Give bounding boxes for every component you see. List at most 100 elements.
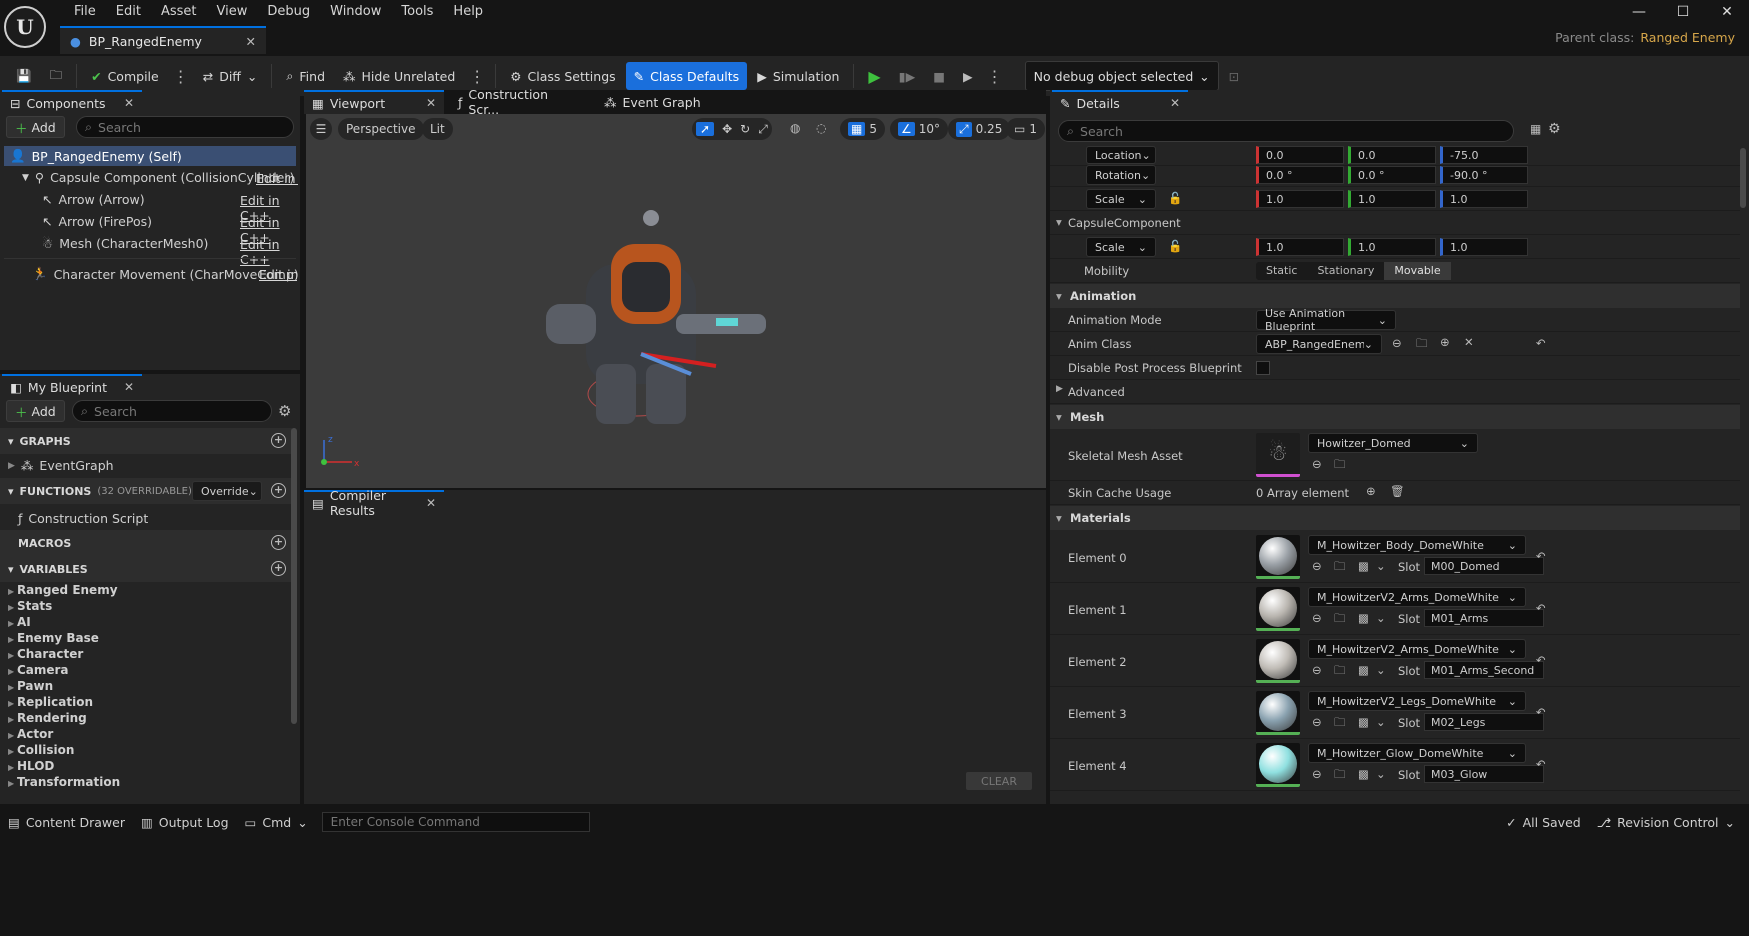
my-blueprint-search-input[interactable]: ⌕ Search <box>72 400 272 422</box>
capsule-scale-z-input[interactable]: 1.0 <box>1440 238 1528 256</box>
tab-event-graph[interactable]: ⁂ Event Graph <box>596 90 736 114</box>
tab-viewport[interactable]: ▦ Viewport ✕ <box>304 90 444 114</box>
checker-icon[interactable]: ▩ <box>1358 559 1369 573</box>
slot-name-input[interactable]: M02_Legs <box>1424 713 1544 731</box>
variable-category[interactable]: ▶ AI <box>8 615 31 629</box>
maximize-icon[interactable]: ☐ <box>1661 2 1705 22</box>
find-button[interactable]: ⌕ Find <box>278 62 333 90</box>
chevron-down-icon[interactable]: ⌄ <box>1376 767 1386 781</box>
browse-icon[interactable]: 🗀 <box>1334 767 1346 786</box>
material-dropdown[interactable]: M_Howitzer_Glow_DomeWhite ⌄ <box>1308 743 1526 763</box>
close-tab-icon[interactable]: ✕ <box>246 34 256 49</box>
tab-construction-script[interactable]: ƒ Construction Scr... <box>450 87 590 117</box>
camera-speed[interactable]: ▭ 1 <box>1006 118 1045 140</box>
save-icon[interactable]: 💾 <box>8 62 40 90</box>
component-firepos[interactable]: ↖ Arrow (FirePos) <box>42 214 152 229</box>
scrollbar[interactable] <box>1740 148 1746 208</box>
mobility-static[interactable]: Static <box>1256 262 1307 280</box>
variable-category[interactable]: ▶ Stats <box>8 599 52 613</box>
variable-category[interactable]: ▶ HLOD <box>8 759 54 773</box>
reset-icon[interactable]: ↶ <box>1536 601 1546 615</box>
material-thumbnail[interactable] <box>1256 691 1300 735</box>
world-local-icon[interactable]: ◍ <box>790 121 800 135</box>
materials-header[interactable]: Materials <box>1050 506 1740 530</box>
checker-icon[interactable]: ▩ <box>1358 715 1369 729</box>
component-arrow[interactable]: ↖ Arrow (Arrow) <box>42 192 145 207</box>
close-icon[interactable]: ✕ <box>124 96 134 110</box>
details-search-input[interactable]: ⌕ Search <box>1058 120 1514 142</box>
material-dropdown[interactable]: M_Howitzer_Body_DomeWhite ⌄ <box>1308 535 1526 555</box>
viewport[interactable]: ☰ Perspective Lit ➚ ✥ ↻ ⤢ ◍ ◌ ▦ 5 ∠ 10° ⤢ 0… <box>306 114 1046 488</box>
add-graph-icon[interactable]: + <box>271 433 286 448</box>
slot-name-input[interactable]: M01_Arms_Second <box>1424 661 1544 679</box>
tab-components[interactable]: ⊟ Components ✕ <box>2 90 142 114</box>
menu-asset[interactable]: Asset <box>151 4 207 20</box>
lit-button[interactable]: Lit <box>422 118 453 140</box>
angle-snap[interactable]: ∠ 10° <box>890 118 949 140</box>
use-selected-icon[interactable]: ⊖ <box>1312 767 1322 781</box>
browse-icon[interactable]: 🗀 <box>1334 611 1346 630</box>
add-element-icon[interactable]: ⊕ <box>1366 484 1376 498</box>
output-log-button[interactable]: ▥ Output Log <box>133 808 237 836</box>
capsule-header[interactable]: CapsuleComponent ▾ <box>1050 211 1740 235</box>
scale-x-input[interactable]: 1.0 <box>1256 190 1344 208</box>
browse-icon[interactable]: 🗀 <box>1334 715 1346 734</box>
scale-y-input[interactable]: 1.0 <box>1348 190 1436 208</box>
add-macro-icon[interactable]: + <box>271 535 286 550</box>
all-saved-button[interactable]: ✓ All Saved <box>1498 808 1589 836</box>
cmd-dropdown[interactable]: ▭ Cmd ⌄ <box>237 808 316 836</box>
rotation-x-input[interactable]: 0.0 ° <box>1256 166 1344 184</box>
slot-name-input[interactable]: M01_Arms <box>1424 609 1544 627</box>
perspective-button[interactable]: Perspective <box>338 118 424 140</box>
rotation-dropdown[interactable]: Rotation ⌄ <box>1086 165 1156 185</box>
component-capsule[interactable]: ▼ ⚲ Capsule Component (CollisionCylinder) <box>22 170 294 185</box>
menu-view[interactable]: View <box>207 4 258 20</box>
variable-category[interactable]: ▶ Camera <box>8 663 69 677</box>
lock-icon[interactable]: 🔓 <box>1168 191 1182 205</box>
close-icon[interactable]: ✕ <box>1170 96 1180 110</box>
browse-icon[interactable]: 🗀 <box>1334 663 1346 682</box>
location-dropdown[interactable]: Location ⌄ <box>1086 146 1156 164</box>
skeletal-mesh-dropdown[interactable]: Howitzer_Domed ⌄ <box>1308 433 1478 453</box>
use-selected-icon[interactable]: ⊖ <box>1312 663 1322 677</box>
animation-header[interactable]: Animation <box>1050 284 1740 308</box>
compile-button[interactable]: ✔ Compile <box>83 62 167 90</box>
chevron-down-icon[interactable]: ⌄ <box>1376 611 1386 625</box>
reset-icon[interactable]: ↶ <box>1536 757 1546 771</box>
scale-z-input[interactable]: 1.0 <box>1440 190 1528 208</box>
animation-mode-dropdown[interactable]: Use Animation Blueprint ⌄ <box>1256 307 1396 333</box>
scale-icon[interactable]: ⤢ <box>758 122 768 137</box>
compile-options-icon[interactable]: ⋮ <box>169 67 193 86</box>
simulation-button[interactable]: ▶ Simulation <box>749 62 847 90</box>
location-z-input[interactable]: -75.0 <box>1440 146 1528 164</box>
revision-control-button[interactable]: ⎇ Revision Control ⌄ <box>1589 808 1743 836</box>
capsule-scale-x-input[interactable]: 1.0 <box>1256 238 1344 256</box>
document-tab[interactable]: ● BP_RangedEnemy ✕ <box>60 26 266 54</box>
edit-in-cpp-link[interactable]: Edit in C++ <box>240 237 300 267</box>
menu-file[interactable]: File <box>64 4 106 20</box>
variable-category[interactable]: ▶ Pawn <box>8 679 53 693</box>
browse-icon[interactable]: 🗀 <box>1334 457 1346 476</box>
use-selected-icon[interactable]: ⊖ <box>1312 715 1322 729</box>
play-button[interactable]: ▶ <box>860 62 888 90</box>
skeletal-mesh-thumbnail[interactable]: ☃ <box>1256 433 1300 477</box>
parent-class-link[interactable]: Ranged Enemy <box>1640 30 1735 45</box>
trash-icon[interactable]: 🗑 <box>1390 484 1405 498</box>
chevron-down-icon[interactable]: ⌄ <box>1376 559 1386 573</box>
gear-icon[interactable]: ⚙ <box>278 402 291 420</box>
material-dropdown[interactable]: M_HowitzerV2_Legs_DomeWhite ⌄ <box>1308 691 1526 711</box>
class-settings-button[interactable]: ⚙ Class Settings <box>502 62 623 90</box>
anim-class-dropdown[interactable]: ABP_RangedEnemy_C⌄ <box>1256 334 1382 354</box>
variable-category[interactable]: ▶ Rendering <box>8 711 87 725</box>
class-defaults-button[interactable]: ✎ Class Defaults <box>625 62 748 90</box>
gear-icon[interactable]: ⚙ <box>1548 121 1561 137</box>
scale-snap[interactable]: ⤢ 0.25 <box>948 118 1011 140</box>
hide-unrelated-button[interactable]: ⁂ Hide Unrelated <box>335 62 463 90</box>
variable-category[interactable]: ▶ Ranged Enemy <box>8 583 118 597</box>
close-icon[interactable]: ✕ <box>426 496 436 510</box>
surface-snap-icon[interactable]: ◌ <box>816 121 826 135</box>
edit-in-cpp-link[interactable]: Edit in C <box>256 171 298 186</box>
mobility-movable[interactable]: Movable <box>1384 262 1451 280</box>
translate-icon[interactable]: ✥ <box>722 122 732 136</box>
hide-unrelated-options-icon[interactable]: ⋮ <box>465 67 489 86</box>
